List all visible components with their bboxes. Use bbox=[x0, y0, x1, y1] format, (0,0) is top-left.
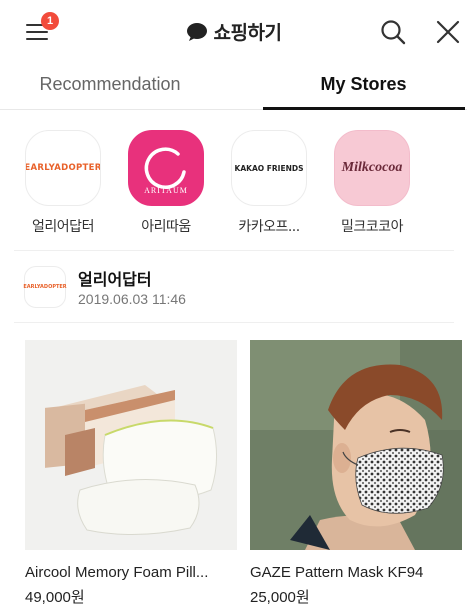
earlyadopter-logo: EARLYADOPTER bbox=[25, 163, 101, 173]
chat-bubble-icon bbox=[186, 22, 207, 41]
divider bbox=[14, 250, 454, 251]
store-logo: Milkcocoa bbox=[334, 130, 410, 206]
top-bar: 1 쇼핑하기 bbox=[0, 0, 467, 62]
search-icon bbox=[381, 20, 406, 45]
tab-bar: Recommendation My Stores bbox=[0, 62, 467, 110]
product-image-pillow bbox=[25, 340, 237, 550]
store-label: 밀크코코아 bbox=[341, 219, 403, 235]
aritaum-logo-text: ARITAUM bbox=[144, 186, 188, 195]
divider bbox=[14, 322, 454, 323]
store-label: 얼리어답터 bbox=[32, 219, 94, 235]
store-item-kakao-friends[interactable]: KAKAO FRIENDS 카카오프... bbox=[229, 130, 309, 236]
product-card-aircool-pillow[interactable]: Aircool Memory Foam Pill... 49,000원 bbox=[25, 340, 237, 607]
feed-store-name: 얼리어답터 bbox=[78, 270, 152, 289]
aritaum-logo: ARITAUM bbox=[144, 147, 188, 195]
store-logo: KAKAO FRIENDS bbox=[231, 130, 307, 206]
product-name: Aircool Memory Foam Pill... bbox=[25, 564, 209, 581]
page-title: 쇼핑하기 bbox=[213, 22, 282, 44]
tab-my-stores[interactable]: My Stores bbox=[262, 62, 465, 110]
kakao-friends-logo: KAKAO FRIENDS bbox=[234, 163, 304, 173]
pillow-illustration bbox=[25, 340, 237, 550]
close-button[interactable] bbox=[435, 19, 461, 45]
store-item-aritaum[interactable]: ARITAUM 아리따움 bbox=[126, 130, 206, 236]
close-icon bbox=[436, 20, 460, 44]
product-price: 49,000원 bbox=[25, 589, 85, 606]
store-label: 아리따움 bbox=[141, 219, 191, 235]
product-name: GAZE Pattern Mask KF94 bbox=[250, 564, 424, 581]
store-logo: EARLYADOPTER bbox=[25, 130, 101, 206]
store-item-milkcocoa[interactable]: Milkcocoa 밀크코코아 bbox=[332, 130, 412, 236]
search-button[interactable] bbox=[379, 18, 407, 46]
active-tab-indicator bbox=[263, 107, 465, 110]
product-card-gaze-mask[interactable]: GAZE Pattern Mask KF94 25,000원 bbox=[250, 340, 462, 607]
feed-store-header[interactable]: EARLYADOPTER 얼리어답터 2019.06.03 11:46 bbox=[0, 258, 467, 318]
feed-timestamp: 2019.06.03 11:46 bbox=[78, 291, 186, 307]
feed-store-logo: EARLYADOPTER bbox=[23, 266, 67, 308]
store-label: 카카오프... bbox=[238, 219, 300, 235]
store-item-earlyadopter[interactable]: EARLYADOPTER 얼리어답터 bbox=[23, 130, 103, 236]
milkcocoa-logo: Milkcocoa bbox=[341, 160, 403, 175]
tab-recommendation[interactable]: Recommendation bbox=[0, 62, 220, 110]
mask-model-illustration bbox=[250, 340, 462, 550]
product-image-mask bbox=[250, 340, 462, 550]
earlyadopter-small-logo: EARLYADOPTER bbox=[23, 284, 67, 290]
my-stores-row: EARLYADOPTER 얼리어답터 ARITAUM 아리따움 KAKAO FR… bbox=[0, 122, 467, 242]
store-logo: ARITAUM bbox=[128, 130, 204, 206]
product-price: 25,000원 bbox=[250, 589, 310, 606]
